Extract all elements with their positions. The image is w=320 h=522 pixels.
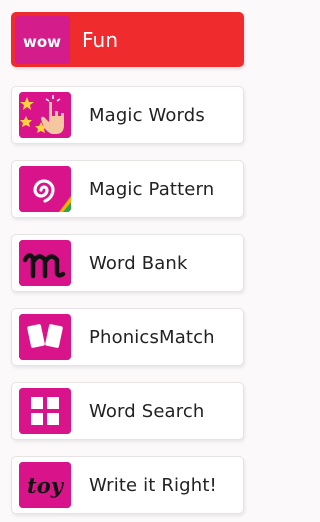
spiral-pattern-icon bbox=[19, 166, 71, 212]
toy-word-icon: toy bbox=[19, 462, 71, 508]
menu-item-label: Word Bank bbox=[89, 252, 188, 274]
wow-logo-icon: wow bbox=[15, 15, 70, 64]
menu-item-label: Fun bbox=[82, 27, 119, 52]
menu-item-label: Magic Words bbox=[89, 104, 205, 126]
menu-item-label: PhonicsMatch bbox=[89, 326, 215, 348]
menu-item-label: Magic Pattern bbox=[89, 178, 215, 200]
svg-text:toy: toy bbox=[27, 473, 65, 498]
cards-icon bbox=[19, 314, 71, 360]
menu-item-label: Write it Right! bbox=[89, 474, 217, 496]
menu-item-phonics-match[interactable]: PhonicsMatch bbox=[11, 308, 244, 366]
svg-text:wow: wow bbox=[23, 33, 61, 51]
letter-m-icon bbox=[19, 240, 71, 286]
grid-icon bbox=[19, 388, 71, 434]
menu-item-fun[interactable]: wow Fun bbox=[11, 12, 244, 67]
menu-item-label: Word Search bbox=[89, 400, 205, 422]
menu-item-magic-words[interactable]: Magic Words bbox=[11, 86, 244, 144]
menu-item-write-it-right[interactable]: toy Write it Right! bbox=[11, 456, 244, 514]
menu-item-word-bank[interactable]: Word Bank bbox=[11, 234, 244, 292]
menu-item-word-search[interactable]: Word Search bbox=[11, 382, 244, 440]
stars-finger-icon bbox=[19, 92, 71, 138]
activity-menu: wow Fun Magic Words Magic Pattern Word B… bbox=[0, 0, 252, 522]
menu-item-magic-pattern[interactable]: Magic Pattern bbox=[11, 160, 244, 218]
